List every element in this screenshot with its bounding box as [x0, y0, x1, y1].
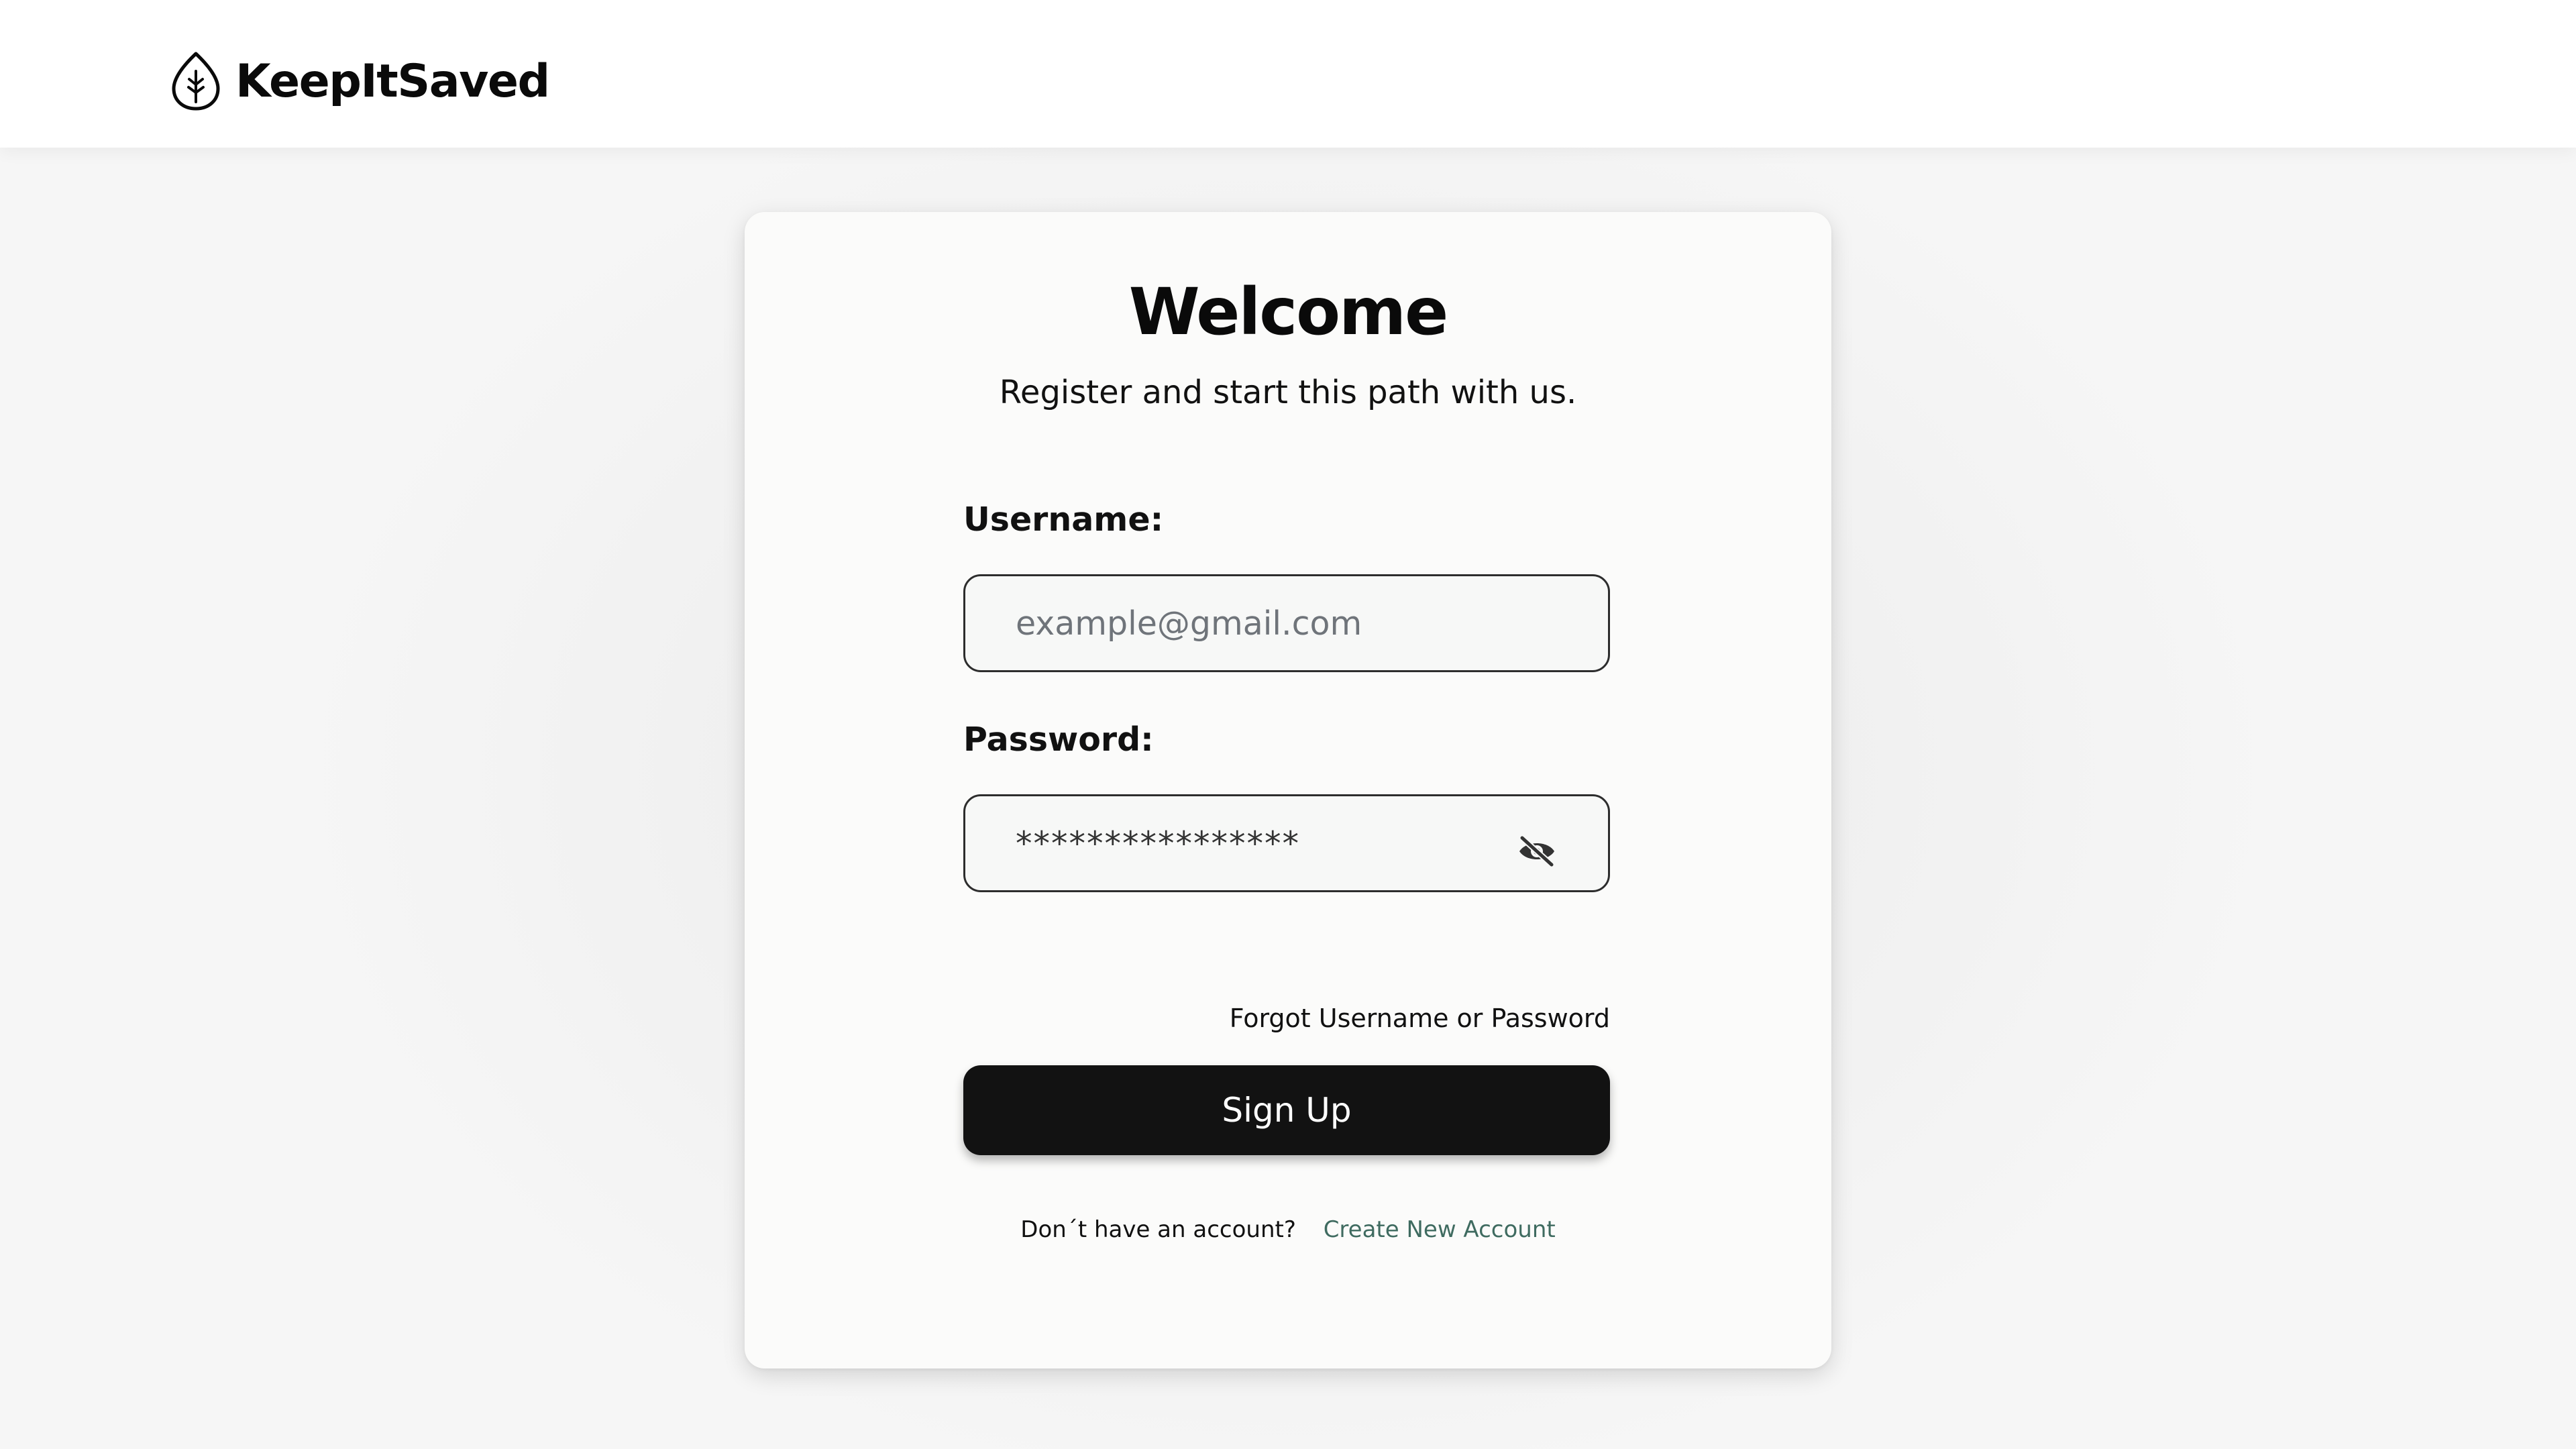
- account-prompt: Don´t have an account?: [1020, 1216, 1296, 1243]
- leaf-tree-icon: [172, 52, 220, 111]
- username-input[interactable]: [1016, 576, 1539, 670]
- page-title: Welcome: [1128, 274, 1448, 350]
- password-field[interactable]: [963, 794, 1610, 892]
- password-input[interactable]: [1016, 796, 1539, 890]
- top-bar: KeepItSaved: [0, 0, 2576, 148]
- page-subtitle: Register and start this path with us.: [999, 374, 1577, 411]
- brand[interactable]: KeepItSaved: [171, 51, 550, 111]
- username-field[interactable]: [963, 574, 1610, 672]
- username-label: Username:: [963, 500, 1164, 539]
- password-label: Password:: [963, 720, 1154, 759]
- create-account-link[interactable]: Create New Account: [1324, 1216, 1556, 1243]
- eye-slash-icon[interactable]: [1517, 834, 1557, 869]
- create-account-row: Don´t have an account? Create New Accoun…: [0, 1211, 2576, 1248]
- forgot-credentials-link[interactable]: Forgot Username or Password: [963, 1000, 1610, 1037]
- sign-up-button[interactable]: Sign Up: [963, 1065, 1610, 1155]
- brand-name: KeepItSaved: [235, 54, 550, 108]
